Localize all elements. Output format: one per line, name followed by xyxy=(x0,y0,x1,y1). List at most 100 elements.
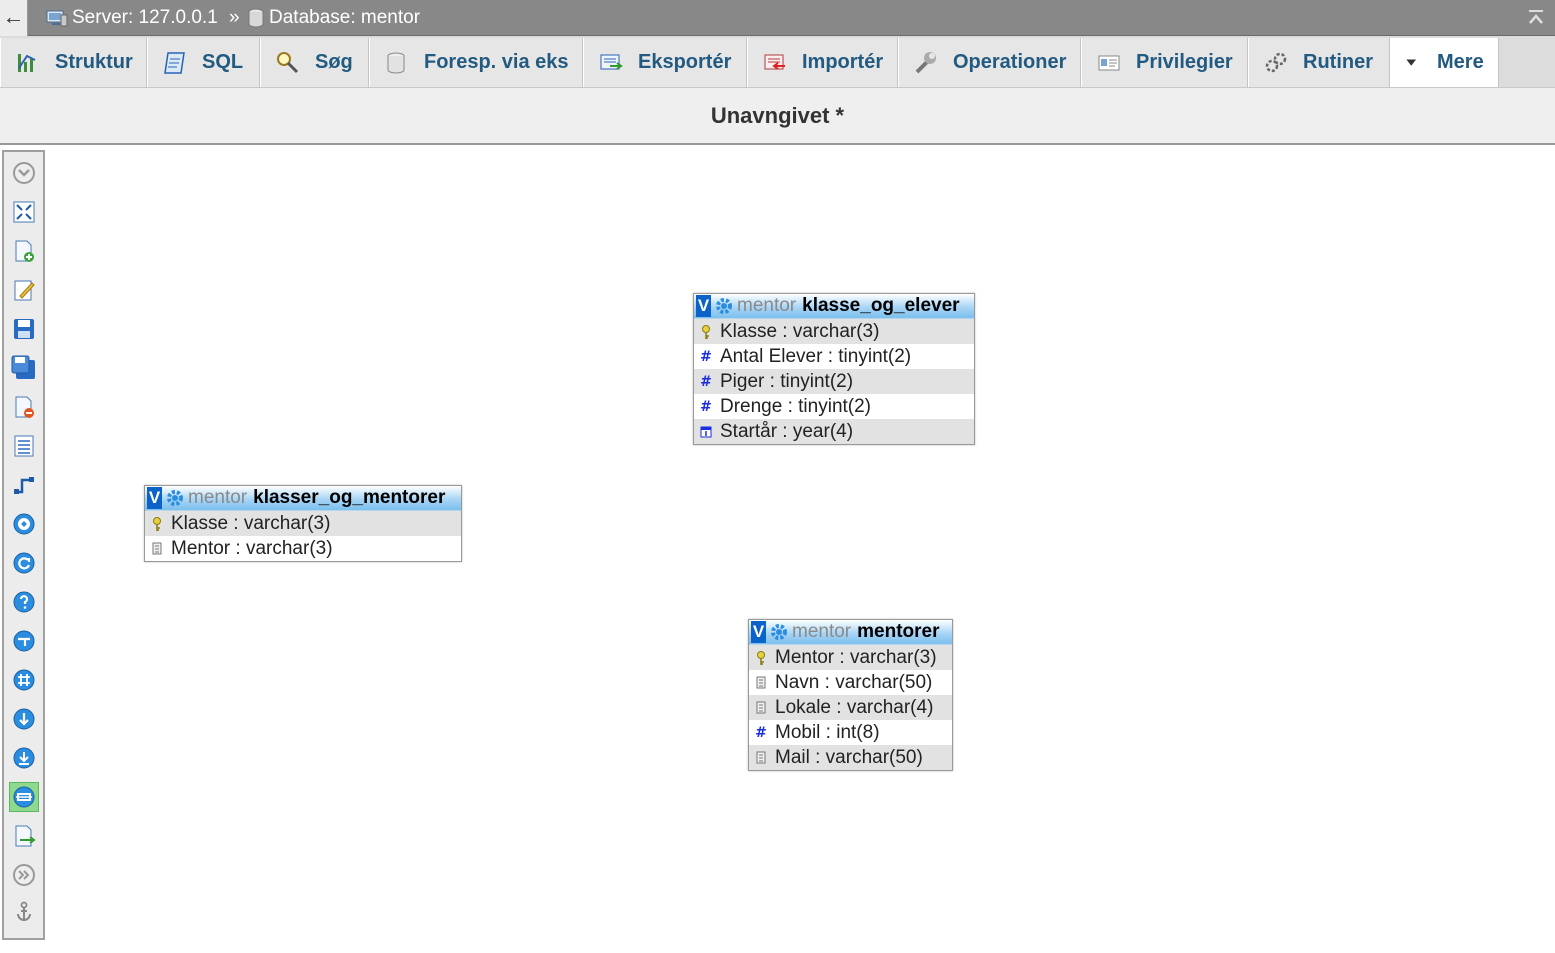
edit-page-icon[interactable] xyxy=(9,275,39,305)
table-column[interactable]: Mentor : varchar(3) xyxy=(145,536,461,561)
routines-icon xyxy=(1265,52,1287,72)
text-type-icon xyxy=(150,541,164,557)
table-db-name: mentor xyxy=(188,487,248,508)
tab-operationer[interactable]: Operationer xyxy=(898,38,1081,87)
server-icon xyxy=(46,10,68,27)
reload-icon[interactable] xyxy=(9,548,39,578)
database-icon xyxy=(248,8,264,28)
column-label: Startår : year(4) xyxy=(720,420,854,442)
numeric-type-icon: # xyxy=(700,373,712,390)
table-name[interactable]: mentorer xyxy=(857,621,939,643)
table-header[interactable]: V mentor klasse_og_elever xyxy=(694,294,974,319)
designer-side-toolbar xyxy=(2,150,45,940)
table-column[interactable]: # Antal Elever : tinyint(2) xyxy=(694,344,974,369)
breadcrumb-database-label[interactable]: Database: mentor xyxy=(269,7,420,29)
table-column[interactable]: Mail : varchar(50) xyxy=(749,745,952,770)
breadcrumb-database[interactable]: Database: mentor xyxy=(247,7,420,29)
toggle-columns-button[interactable]: V xyxy=(751,621,766,643)
table-klasser-og-mentorer[interactable]: V mentor klasser_og_mentorer Klasse : va… xyxy=(144,485,462,562)
primary-key-icon xyxy=(699,324,713,340)
table-column[interactable]: # Piger : tinyint(2) xyxy=(694,369,974,394)
table-column[interactable]: Navn : varchar(50) xyxy=(749,670,952,695)
tab-label: Struktur xyxy=(55,51,133,73)
designer-canvas[interactable]: V mentor klasse_og_elever Klasse : varch… xyxy=(47,147,1555,953)
tab-rutiner[interactable]: Rutiner xyxy=(1248,38,1390,87)
wrench-icon xyxy=(915,51,936,73)
structure-icon xyxy=(18,53,36,72)
delete-page-icon[interactable] xyxy=(9,392,39,422)
breadcrumb-server[interactable]: Server: 127.0.0.1 xyxy=(46,7,218,29)
table-column[interactable]: # Drenge : tinyint(2) xyxy=(694,394,974,419)
table-name[interactable]: klasser_og_mentorer xyxy=(253,487,445,509)
tab-label: Importér xyxy=(802,51,884,73)
designer-page-title: Unavngivet * xyxy=(0,88,1555,145)
main-tab-bar: Struktur SQL Søg Foresp. via eks Eksport… xyxy=(0,36,1555,88)
table-list-icon[interactable] xyxy=(9,431,39,461)
primary-key-icon xyxy=(754,650,768,666)
breadcrumb-server-label[interactable]: Server: 127.0.0.1 xyxy=(72,7,218,29)
table-column[interactable]: Mentor : varchar(3) xyxy=(749,645,952,670)
gear-icon[interactable] xyxy=(166,489,184,507)
tab-eksporter[interactable]: Eksportér xyxy=(583,38,747,87)
table-column[interactable]: Klasse : varchar(3) xyxy=(145,511,461,536)
help-icon[interactable] xyxy=(9,587,39,617)
sql-icon xyxy=(164,51,185,74)
export-schema-icon[interactable] xyxy=(9,821,39,851)
table-column[interactable]: Startår : year(4) xyxy=(694,419,974,444)
toggle-small-big-icon[interactable] xyxy=(9,743,39,773)
tab-label: Rutiner xyxy=(1303,51,1373,73)
hide-menu-icon[interactable] xyxy=(9,860,39,890)
table-column[interactable]: Lokale : varchar(4) xyxy=(749,695,952,720)
snap-to-grid-icon[interactable] xyxy=(9,665,39,695)
gear-icon[interactable] xyxy=(715,297,733,315)
column-label: Mobil : int(8) xyxy=(775,721,880,743)
table-header[interactable]: V mentor mentorer xyxy=(749,620,952,645)
tab-privilegier[interactable]: Privilegier xyxy=(1081,38,1248,87)
tab-label: Eksportér xyxy=(638,51,732,73)
numeric-type-icon: # xyxy=(700,398,712,415)
back-button[interactable]: ← xyxy=(0,0,28,36)
date-type-icon xyxy=(699,424,713,440)
column-label: Mail : varchar(50) xyxy=(775,746,923,768)
privileges-icon xyxy=(1098,55,1120,70)
column-label: Mentor : varchar(3) xyxy=(171,537,333,559)
toggle-relation-lines-icon[interactable] xyxy=(9,782,39,812)
table-klasse-og-elever[interactable]: V mentor klasse_og_elever Klasse : varch… xyxy=(693,293,975,445)
collapse-up-icon[interactable] xyxy=(1527,8,1545,26)
toggle-columns-button[interactable]: V xyxy=(147,487,162,509)
pin-text-icon[interactable] xyxy=(9,897,39,927)
new-page-icon[interactable] xyxy=(9,236,39,266)
choose-display-field-icon[interactable] xyxy=(9,509,39,539)
column-label: Piger : tinyint(2) xyxy=(720,370,854,392)
tab-importer[interactable]: Importér xyxy=(747,38,898,87)
query-icon xyxy=(387,52,405,73)
table-column[interactable]: Klasse : varchar(3) xyxy=(694,319,974,344)
breadcrumb-bar: ← Server: 127.0.0.1 » Database: mentor xyxy=(0,0,1555,36)
table-name[interactable]: klasse_og_elever xyxy=(802,295,959,317)
tab-struktur[interactable]: Struktur xyxy=(0,38,147,87)
fullscreen-icon[interactable] xyxy=(9,197,39,227)
gear-icon[interactable] xyxy=(770,623,788,641)
export-icon xyxy=(600,54,623,70)
table-column[interactable]: # Mobil : int(8) xyxy=(749,720,952,745)
angular-links-icon[interactable] xyxy=(9,626,39,656)
tab-mere[interactable]: Mere xyxy=(1390,38,1499,87)
breadcrumb-separator: » xyxy=(229,7,240,28)
tab-sql[interactable]: SQL xyxy=(147,38,260,87)
show-menu-icon[interactable] xyxy=(9,158,39,188)
create-relation-icon[interactable] xyxy=(9,470,39,500)
text-type-icon xyxy=(754,700,768,716)
table-mentorer[interactable]: V mentor mentorer Mentor : varchar(3) Na… xyxy=(748,619,953,771)
numeric-type-icon: # xyxy=(755,724,767,741)
text-type-icon xyxy=(754,750,768,766)
column-label: Lokale : varchar(4) xyxy=(775,696,934,718)
tab-sog[interactable]: Søg xyxy=(260,38,369,87)
tab-foresp-via-eks[interactable]: Foresp. via eks xyxy=(369,38,583,87)
table-header[interactable]: V mentor klasser_og_mentorer xyxy=(145,486,461,511)
save-as-icon[interactable] xyxy=(9,353,39,383)
tab-label: SQL xyxy=(202,51,244,73)
small-big-all-icon[interactable] xyxy=(9,704,39,734)
save-icon[interactable] xyxy=(9,314,39,344)
table-db-name: mentor xyxy=(737,295,797,316)
toggle-columns-button[interactable]: V xyxy=(696,295,711,317)
